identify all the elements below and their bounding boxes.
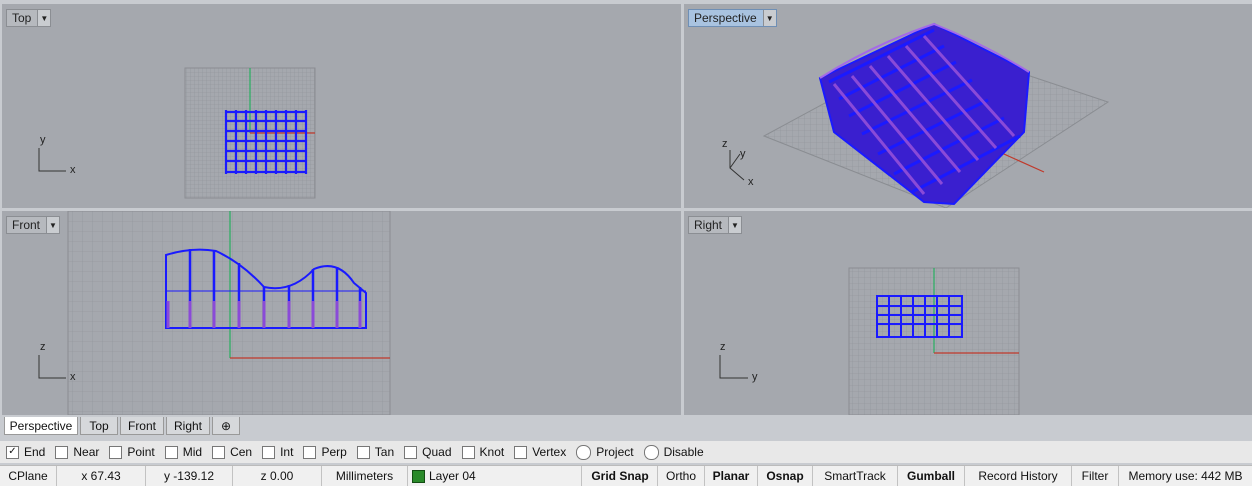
axis-label-y: y xyxy=(752,371,758,383)
osnap-project[interactable]: Project xyxy=(576,444,634,460)
grid-snap-toggle[interactable]: Grid Snap xyxy=(583,466,658,486)
radio[interactable] xyxy=(643,444,659,460)
osnap-int[interactable]: Int xyxy=(262,445,293,459)
checkbox[interactable] xyxy=(404,445,418,459)
osnap-disable[interactable]: Disable xyxy=(643,444,704,460)
checkbox[interactable] xyxy=(514,445,528,459)
osnap-cen[interactable]: Cen xyxy=(212,445,252,459)
ortho-toggle[interactable]: Ortho xyxy=(658,466,705,486)
checkbox[interactable] xyxy=(55,445,69,459)
viewport-label-top[interactable]: Top ▼ xyxy=(6,9,52,27)
checkbox[interactable] xyxy=(164,445,178,459)
viewport-perspective[interactable]: Perspective ▼ z y x xyxy=(684,4,1252,208)
osnap-bar: ✓ End Near Point Mid Cen Int Perp Tan Qua… xyxy=(0,441,1252,463)
planar-toggle[interactable]: Planar xyxy=(705,466,758,486)
checkbox[interactable] xyxy=(262,445,276,459)
tab-top[interactable]: Top xyxy=(80,417,118,435)
tab-right[interactable]: Right xyxy=(166,417,210,435)
plus-icon: ⊕ xyxy=(220,418,232,433)
axis-label-z: z xyxy=(722,138,728,150)
front-axis-widget xyxy=(38,355,66,379)
osnap-vertex[interactable]: Vertex xyxy=(514,445,566,459)
osnap-perp[interactable]: Perp xyxy=(303,445,347,459)
axis-label-x: x xyxy=(70,371,76,383)
top-view-canvas xyxy=(38,67,316,199)
top-axis-widget xyxy=(38,148,66,172)
checkbox[interactable] xyxy=(356,445,370,459)
osnap-quad[interactable]: Quad xyxy=(404,445,452,459)
coord-y: y -139.12 xyxy=(146,466,233,486)
axis-label-x: x xyxy=(70,164,76,176)
layer-button[interactable]: Layer 04 xyxy=(408,466,582,486)
memory-use: Memory use: 442 MB xyxy=(1128,469,1243,483)
layer-color-swatch xyxy=(412,469,425,483)
checkbox[interactable] xyxy=(109,445,123,459)
axis-label-x: x xyxy=(748,176,754,188)
osnap-near[interactable]: Near xyxy=(55,445,99,459)
right-view-canvas xyxy=(719,267,1020,415)
units-button[interactable]: Millimeters xyxy=(322,466,408,486)
viewport-label-front[interactable]: Front ▼ xyxy=(6,216,61,234)
front-grid xyxy=(67,211,391,415)
osnap-toggle[interactable]: Osnap xyxy=(758,466,813,486)
chevron-down-icon[interactable]: ▼ xyxy=(762,10,776,26)
smarttrack-toggle[interactable]: SmartTrack xyxy=(813,466,898,486)
axis-label-z: z xyxy=(720,341,726,353)
checkbox[interactable] xyxy=(461,445,475,459)
coord-z: z 0.00 xyxy=(233,466,322,486)
osnap-point[interactable]: Point xyxy=(109,445,155,459)
tab-front[interactable]: Front xyxy=(120,417,164,435)
radio[interactable] xyxy=(576,444,592,460)
viewport-label-perspective[interactable]: Perspective ▼ xyxy=(688,9,777,27)
status-bar: CPlane x 67.43 y -139.12 z 0.00 Millimet… xyxy=(0,465,1252,486)
viewport-label-right[interactable]: Right ▼ xyxy=(688,216,743,234)
coord-x: x 67.43 xyxy=(57,466,146,486)
checkbox[interactable] xyxy=(303,445,317,459)
osnap-tan[interactable]: Tan xyxy=(356,445,394,459)
chevron-down-icon[interactable]: ▼ xyxy=(728,217,742,233)
viewport-right[interactable]: Right ▼ z y xyxy=(684,211,1252,415)
chevron-down-icon[interactable]: ▼ xyxy=(46,217,60,233)
tab-perspective[interactable]: Perspective xyxy=(4,417,78,435)
filter-button[interactable]: Filter xyxy=(1072,466,1119,486)
checkbox[interactable] xyxy=(212,445,226,459)
axis-label-z: z xyxy=(40,341,46,353)
viewport-front[interactable]: Front ▼ z x xyxy=(2,211,681,415)
osnap-mid[interactable]: Mid xyxy=(164,445,202,459)
axis-label-y: y xyxy=(40,134,46,146)
record-history-toggle[interactable]: Record History xyxy=(965,466,1072,486)
right-axis-widget xyxy=(719,355,748,379)
osnap-knot[interactable]: Knot xyxy=(461,445,504,459)
viewport-tabs: Perspective Top Front Right ⊕ xyxy=(0,416,1252,437)
gumball-toggle[interactable]: Gumball xyxy=(898,466,965,486)
add-tab-button[interactable]: ⊕ xyxy=(212,417,240,435)
viewport-top[interactable]: Top ▼ y x xyxy=(2,4,681,208)
perspective-view-canvas xyxy=(729,22,1110,208)
cplane-button[interactable]: CPlane xyxy=(0,466,57,486)
checkbox-checked-icon[interactable]: ✓ xyxy=(6,445,19,459)
front-view-canvas xyxy=(38,211,391,415)
axis-label-y: y xyxy=(740,148,746,160)
osnap-end[interactable]: ✓ End xyxy=(6,445,45,459)
chevron-down-icon[interactable]: ▼ xyxy=(37,10,51,26)
perspective-model xyxy=(818,22,1031,206)
